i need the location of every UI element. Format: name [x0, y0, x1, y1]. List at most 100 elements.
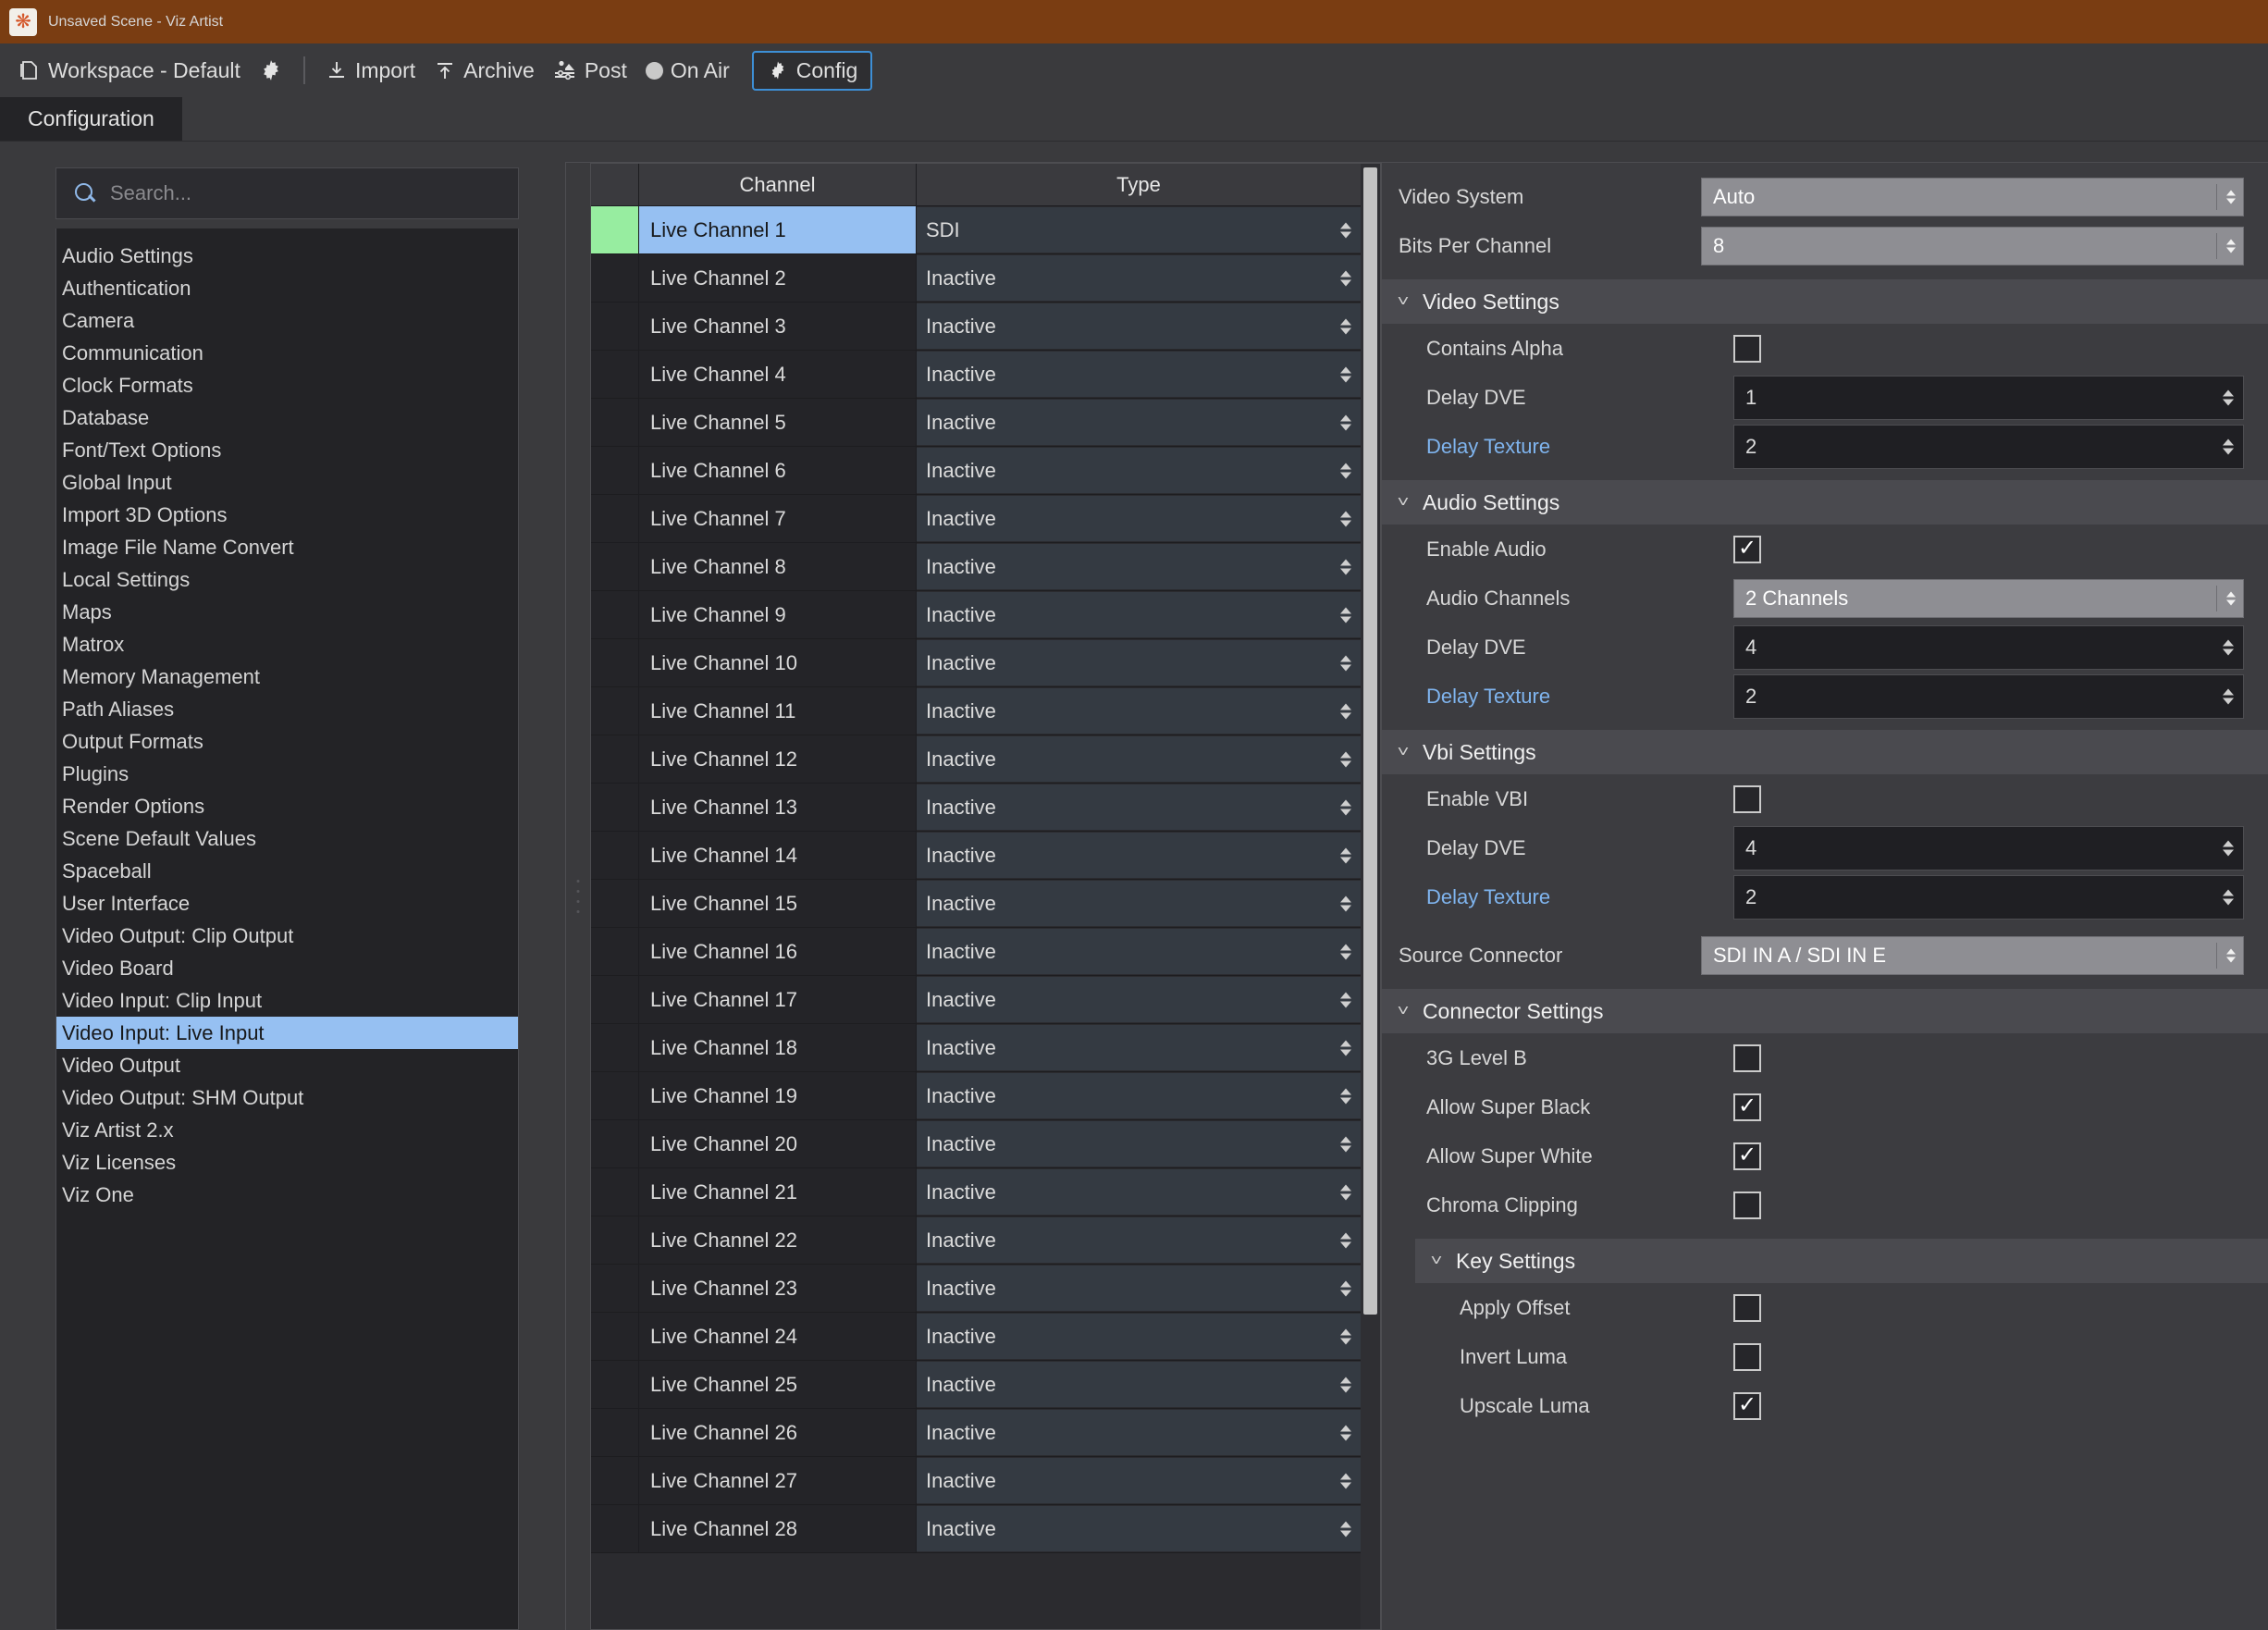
channel-type-spinner-icon[interactable] — [1340, 1377, 1351, 1392]
audio-delay-dve-spinner-icon[interactable] — [2223, 639, 2234, 655]
workspace-selector[interactable]: Workspace - Default — [9, 55, 250, 87]
channel-name-cell[interactable]: Live Channel 13 — [639, 784, 917, 831]
contains-alpha-checkbox[interactable] — [1733, 334, 1761, 363]
sidebar-item-output-formats[interactable]: Output Formats — [56, 725, 518, 758]
table-row[interactable]: Live Channel 8 Inactive — [591, 543, 1361, 591]
sidebar-item-memory-management[interactable]: Memory Management — [56, 661, 518, 693]
bits-per-channel-spinner-icon[interactable] — [2226, 239, 2236, 253]
table-row[interactable]: Live Channel 18 Inactive — [591, 1024, 1361, 1072]
channel-name-cell[interactable]: Live Channel 23 — [639, 1265, 917, 1312]
channel-name-cell[interactable]: Live Channel 25 — [639, 1361, 917, 1408]
vbi-delay-dve-field[interactable]: 4 — [1733, 825, 2244, 871]
table-row[interactable]: Live Channel 1 SDI — [591, 206, 1361, 254]
channel-type-spinner-icon[interactable] — [1340, 895, 1351, 911]
channel-type-spinner-icon[interactable] — [1340, 1040, 1351, 1056]
channel-type-select[interactable]: Inactive — [917, 1073, 1361, 1118]
channel-type-select[interactable]: Inactive — [917, 1410, 1361, 1455]
vbi-delay-texture-spinner-icon[interactable] — [2223, 889, 2234, 905]
table-row[interactable]: Live Channel 10 Inactive — [591, 639, 1361, 687]
sidebar-item-render-options[interactable]: Render Options — [56, 790, 518, 822]
table-scrollbar[interactable] — [1361, 163, 1381, 1630]
import-button[interactable]: Import — [316, 55, 425, 87]
panel-splitter-left[interactable] — [566, 163, 590, 1630]
channel-type-spinner-icon[interactable] — [1340, 607, 1351, 623]
channel-type-select[interactable]: Inactive — [917, 929, 1361, 974]
video-delay-dve-spinner-icon[interactable] — [2223, 389, 2234, 405]
channel-type-spinner-icon[interactable] — [1340, 1232, 1351, 1248]
channel-type-select[interactable]: Inactive — [917, 881, 1361, 926]
section-audio-settings[interactable]: ˅ Audio Settings — [1382, 480, 2268, 525]
channel-type-spinner-icon[interactable] — [1340, 1136, 1351, 1152]
archive-button[interactable]: Archive — [425, 55, 544, 87]
channel-type-select[interactable]: Inactive — [917, 977, 1361, 1022]
channel-type-select[interactable]: Inactive — [917, 1217, 1361, 1263]
channel-name-cell[interactable]: Live Channel 18 — [639, 1024, 917, 1071]
channel-type-spinner-icon[interactable] — [1340, 222, 1351, 238]
channel-type-spinner-icon[interactable] — [1340, 270, 1351, 286]
source-connector-spinner-icon[interactable] — [2226, 948, 2236, 962]
table-row[interactable]: Live Channel 21 Inactive — [591, 1168, 1361, 1216]
sidebar-item-maps[interactable]: Maps — [56, 596, 518, 628]
channel-name-cell[interactable]: Live Channel 11 — [639, 687, 917, 735]
workspace-settings-button[interactable] — [250, 55, 292, 86]
source-connector-select[interactable]: SDI IN A / SDI IN E — [1701, 935, 2244, 975]
table-row[interactable]: Live Channel 23 Inactive — [591, 1265, 1361, 1313]
channel-name-cell[interactable]: Live Channel 21 — [639, 1168, 917, 1216]
channel-name-cell[interactable]: Live Channel 9 — [639, 591, 917, 638]
table-scrollbar-thumb[interactable] — [1363, 167, 1377, 1315]
chroma-clipping-checkbox[interactable] — [1733, 1191, 1761, 1219]
channel-type-select[interactable]: Inactive — [917, 1314, 1361, 1359]
channel-type-spinner-icon[interactable] — [1340, 992, 1351, 1007]
channel-type-select[interactable]: Inactive — [917, 592, 1361, 637]
channel-type-spinner-icon[interactable] — [1340, 1328, 1351, 1344]
enable-audio-checkbox[interactable]: ✓ — [1733, 535, 1761, 563]
channel-type-spinner-icon[interactable] — [1340, 511, 1351, 526]
table-row[interactable]: Live Channel 16 Inactive — [591, 928, 1361, 976]
table-row[interactable]: Live Channel 20 Inactive — [591, 1120, 1361, 1168]
table-row[interactable]: Live Channel 12 Inactive — [591, 735, 1361, 784]
sidebar-item-spaceball[interactable]: Spaceball — [56, 855, 518, 887]
channel-type-select[interactable]: Inactive — [917, 1506, 1361, 1551]
channel-type-spinner-icon[interactable] — [1340, 1425, 1351, 1440]
table-row[interactable]: Live Channel 24 Inactive — [591, 1313, 1361, 1361]
channel-name-cell[interactable]: Live Channel 22 — [639, 1216, 917, 1264]
video-delay-dve-field[interactable]: 1 — [1733, 375, 2244, 420]
sidebar-item-communication[interactable]: Communication — [56, 337, 518, 369]
sidebar-item-matrox[interactable]: Matrox — [56, 628, 518, 661]
table-row[interactable]: Live Channel 2 Inactive — [591, 254, 1361, 303]
channel-name-cell[interactable]: Live Channel 3 — [639, 303, 917, 350]
audio-channels-spinner-icon[interactable] — [2226, 591, 2236, 605]
channel-type-select[interactable]: Inactive — [917, 833, 1361, 878]
section-key-settings[interactable]: ˅ Key Settings — [1415, 1239, 2268, 1283]
table-row[interactable]: Live Channel 3 Inactive — [591, 303, 1361, 351]
settings-nav-list[interactable]: Audio Settings Authentication Camera Commun… — [55, 228, 519, 1630]
channel-type-select[interactable]: Inactive — [917, 640, 1361, 685]
table-row[interactable]: Live Channel 14 Inactive — [591, 832, 1361, 880]
invert-luma-checkbox[interactable] — [1733, 1342, 1761, 1371]
channel-type-spinner-icon[interactable] — [1340, 1521, 1351, 1537]
sidebar-item-local-settings[interactable]: Local Settings — [56, 563, 518, 596]
section-vbi-settings[interactable]: ˅ Vbi Settings — [1382, 730, 2268, 774]
search-input[interactable] — [110, 181, 501, 205]
channel-name-cell[interactable]: Live Channel 10 — [639, 639, 917, 686]
table-row[interactable]: Live Channel 26 Inactive — [591, 1409, 1361, 1457]
audio-delay-texture-field[interactable]: 2 — [1733, 673, 2244, 719]
channel-type-select[interactable]: Inactive — [917, 1169, 1361, 1215]
channel-type-spinner-icon[interactable] — [1340, 366, 1351, 382]
channel-name-cell[interactable]: Live Channel 8 — [639, 543, 917, 590]
sidebar-item-font-text-options[interactable]: Font/Text Options — [56, 434, 518, 466]
video-delay-texture-spinner-icon[interactable] — [2223, 438, 2234, 454]
channel-type-spinner-icon[interactable] — [1340, 799, 1351, 815]
table-row[interactable]: Live Channel 7 Inactive — [591, 495, 1361, 543]
vbi-delay-texture-field[interactable]: 2 — [1733, 874, 2244, 920]
table-row[interactable]: Live Channel 28 Inactive — [591, 1505, 1361, 1553]
table-row[interactable]: Live Channel 9 Inactive — [591, 591, 1361, 639]
sidebar-item-audio-settings[interactable]: Audio Settings — [56, 240, 518, 272]
config-button[interactable]: Config — [751, 50, 873, 91]
table-row[interactable]: Live Channel 19 Inactive — [591, 1072, 1361, 1120]
table-row[interactable]: Live Channel 25 Inactive — [591, 1361, 1361, 1409]
channel-name-cell[interactable]: Live Channel 28 — [639, 1505, 917, 1552]
sidebar-item-database[interactable]: Database — [56, 401, 518, 434]
channel-name-cell[interactable]: Live Channel 20 — [639, 1120, 917, 1167]
sidebar-item-video-output-shm-output[interactable]: Video Output: SHM Output — [56, 1081, 518, 1114]
